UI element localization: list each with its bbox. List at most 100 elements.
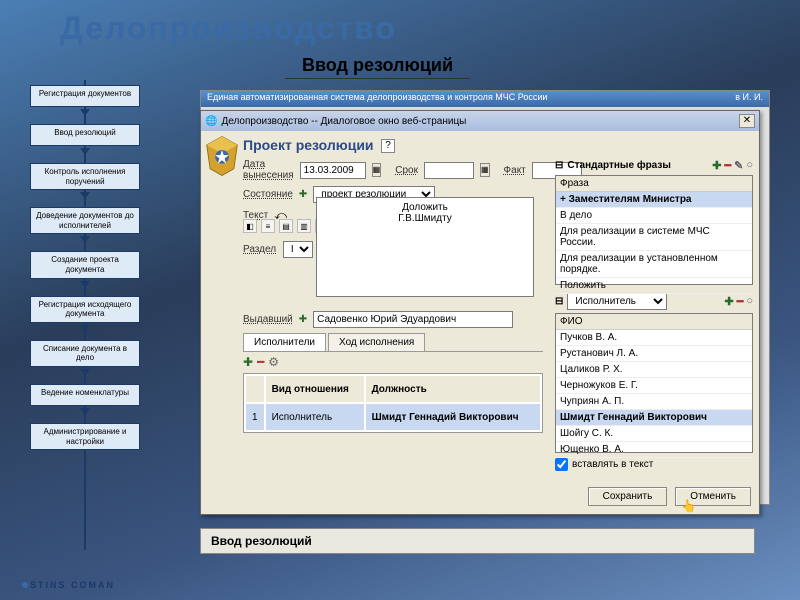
issuer-add-icon[interactable]: ✚	[299, 314, 307, 325]
grid-remove-icon[interactable]: ━	[257, 355, 264, 369]
tool-btn[interactable]: ≡	[261, 219, 275, 233]
flow-step[interactable]: Создание проекта документа	[30, 251, 140, 278]
phrase-item[interactable]: В дело	[556, 208, 752, 224]
flow-arrow-icon	[80, 281, 90, 288]
deadline-label: Срок	[395, 165, 418, 176]
emblem-icon	[205, 133, 239, 179]
date-label: Дата вынесения	[243, 159, 294, 181]
brand-footer: STINS COMAN	[20, 580, 115, 590]
flow-step[interactable]: Списание документа в дело	[30, 340, 140, 367]
tabs: Исполнители Ход исполнения	[243, 333, 543, 352]
executor-item[interactable]: Пучков В. А.	[556, 330, 752, 346]
executor-item[interactable]: Шойгу С. К.	[556, 426, 752, 442]
section-select[interactable]: I	[283, 241, 313, 258]
right-panel: ⊟ Стандартные фразы ✚ ━ ✎ ○ Фраза + Заме…	[555, 159, 753, 471]
parent-user: в И. И.	[735, 92, 763, 106]
flow-step[interactable]: Регистрация документов	[30, 85, 140, 107]
text-line: Г.В.Шмидту	[317, 213, 533, 224]
executors-grid: Вид отношения Должность 1 Исполнитель Шм…	[243, 373, 543, 433]
cell: Исполнитель	[266, 404, 364, 430]
slide-title: Делопроизводство	[60, 10, 397, 47]
caption-bar: Ввод резолюций	[200, 528, 755, 554]
more-icon[interactable]: ○	[746, 159, 753, 172]
remove-icon[interactable]: ━	[725, 159, 732, 172]
tool-btn[interactable]: ◧	[243, 219, 257, 233]
remove-icon[interactable]: ━	[737, 295, 744, 308]
flow-step[interactable]: Доведение документов до исполнителей	[30, 207, 140, 234]
col-num[interactable]	[246, 376, 264, 402]
col-post[interactable]: Должность	[366, 376, 540, 402]
dialog-heading: Проект резолюции	[243, 137, 374, 153]
phrase-item[interactable]: + Заместителям Министра	[556, 192, 752, 208]
flow-arrow-icon	[80, 325, 90, 332]
date-picker-icon[interactable]: ▦	[372, 163, 382, 177]
grid-add-icon[interactable]: ✚	[243, 355, 253, 369]
phrases-header: Фраза	[556, 176, 752, 192]
deadline-input[interactable]	[424, 162, 474, 179]
tool-btn[interactable]: ▥	[297, 219, 311, 233]
text-line: Доложить	[317, 202, 533, 213]
col-relation[interactable]: Вид отношения	[266, 376, 364, 402]
executor-type-select[interactable]: Исполнитель	[567, 293, 667, 310]
fact-label: Факт	[504, 165, 526, 176]
executor-item[interactable]: Ющенко В. А.	[556, 442, 752, 458]
parent-titlebar: Единая автоматизированная система делопр…	[201, 91, 769, 107]
cancel-button[interactable]: Отменить	[675, 487, 751, 506]
parent-title: Единая автоматизированная система делопр…	[207, 92, 547, 106]
flow-step[interactable]: Регистрация исходящего документа	[30, 296, 140, 323]
insert-text-checkbox[interactable]	[555, 458, 568, 471]
state-label: Состояние	[243, 189, 293, 200]
grid-toolbar: ✚ ━ ⚙	[243, 355, 279, 369]
executor-item[interactable]: Цаликов Р. Х.	[556, 362, 752, 378]
date-picker-icon[interactable]: ▦	[480, 163, 490, 177]
app-icon: 🌐	[205, 116, 217, 127]
executor-item[interactable]: Чуприян А. П.	[556, 394, 752, 410]
add-icon[interactable]: ✚	[725, 295, 734, 308]
issuer-input[interactable]	[313, 311, 513, 328]
tool-btn[interactable]: ▤	[279, 219, 293, 233]
slide-subtitle: Ввод резолюций	[285, 55, 470, 79]
resolution-dialog: 🌐 Делопроизводство -- Диалоговое окно ве…	[200, 110, 760, 515]
flow-arrow-icon	[80, 192, 90, 199]
issuer-label: Выдавший	[243, 314, 293, 325]
insert-text-label: вставлять в текст	[572, 459, 653, 470]
flow-step[interactable]: Администрирование и настройки	[30, 423, 140, 450]
executor-item[interactable]: Шмидт Геннадий Викторович	[556, 410, 752, 426]
phrase-item[interactable]: Для реализации в установленном порядке.	[556, 251, 752, 278]
help-icon[interactable]: ?	[381, 139, 395, 153]
flow-step[interactable]: Ведение номенклатуры	[30, 384, 140, 406]
dialog-title: Делопроизводство -- Диалоговое окно веб-…	[221, 116, 466, 127]
cell: 1	[246, 404, 264, 430]
dialog-titlebar: 🌐 Делопроизводство -- Диалоговое окно ве…	[201, 111, 759, 131]
cell: Шмидт Геннадий Викторович	[366, 404, 540, 430]
flow-arrow-icon	[80, 148, 90, 155]
executor-item[interactable]: Черножуков Е. Г.	[556, 378, 752, 394]
phrases-list: Фраза + Заместителям МинистраВ делоДля р…	[555, 175, 753, 285]
flow-step[interactable]: Контроль исполнения поручений	[30, 163, 140, 190]
text-area[interactable]: Доложить Г.В.Шмидту	[316, 197, 534, 297]
tab-executors[interactable]: Исполнители	[243, 333, 326, 351]
save-button[interactable]: Сохранить	[588, 487, 668, 506]
edit-icon[interactable]: ✎	[734, 159, 743, 172]
grid-row[interactable]: 1 Исполнитель Шмидт Геннадий Викторович	[246, 404, 540, 430]
flowchart: Регистрация документов Ввод резолюций Конт…	[30, 85, 140, 450]
phrases-title: Стандартные фразы	[567, 160, 670, 171]
phrase-item[interactable]: Для реализации в системе МЧС России.	[556, 224, 752, 251]
executor-item[interactable]: Рустанович Л. А.	[556, 346, 752, 362]
flow-step[interactable]: Ввод резолюций	[30, 124, 140, 146]
executors-list: ФИО Пучков В. А.Рустанович Л. А.Цаликов …	[555, 313, 753, 453]
grid-settings-icon[interactable]: ⚙	[268, 355, 279, 369]
phrase-item[interactable]: Положить	[556, 278, 752, 294]
add-icon[interactable]: ✚	[712, 159, 721, 172]
date-input[interactable]	[300, 162, 366, 179]
collapse-icon[interactable]: ⊟	[555, 296, 563, 307]
flow-arrow-icon	[80, 236, 90, 243]
tab-progress[interactable]: Ход исполнения	[328, 333, 425, 351]
close-icon[interactable]: ✕	[739, 114, 755, 128]
flow-arrow-icon	[80, 408, 90, 415]
flow-arrow-icon	[80, 109, 90, 116]
section-label: Раздел	[243, 244, 276, 255]
collapse-icon[interactable]: ⊟	[555, 160, 563, 171]
more-icon[interactable]: ○	[746, 295, 753, 308]
state-add-icon[interactable]: ✚	[299, 189, 307, 200]
